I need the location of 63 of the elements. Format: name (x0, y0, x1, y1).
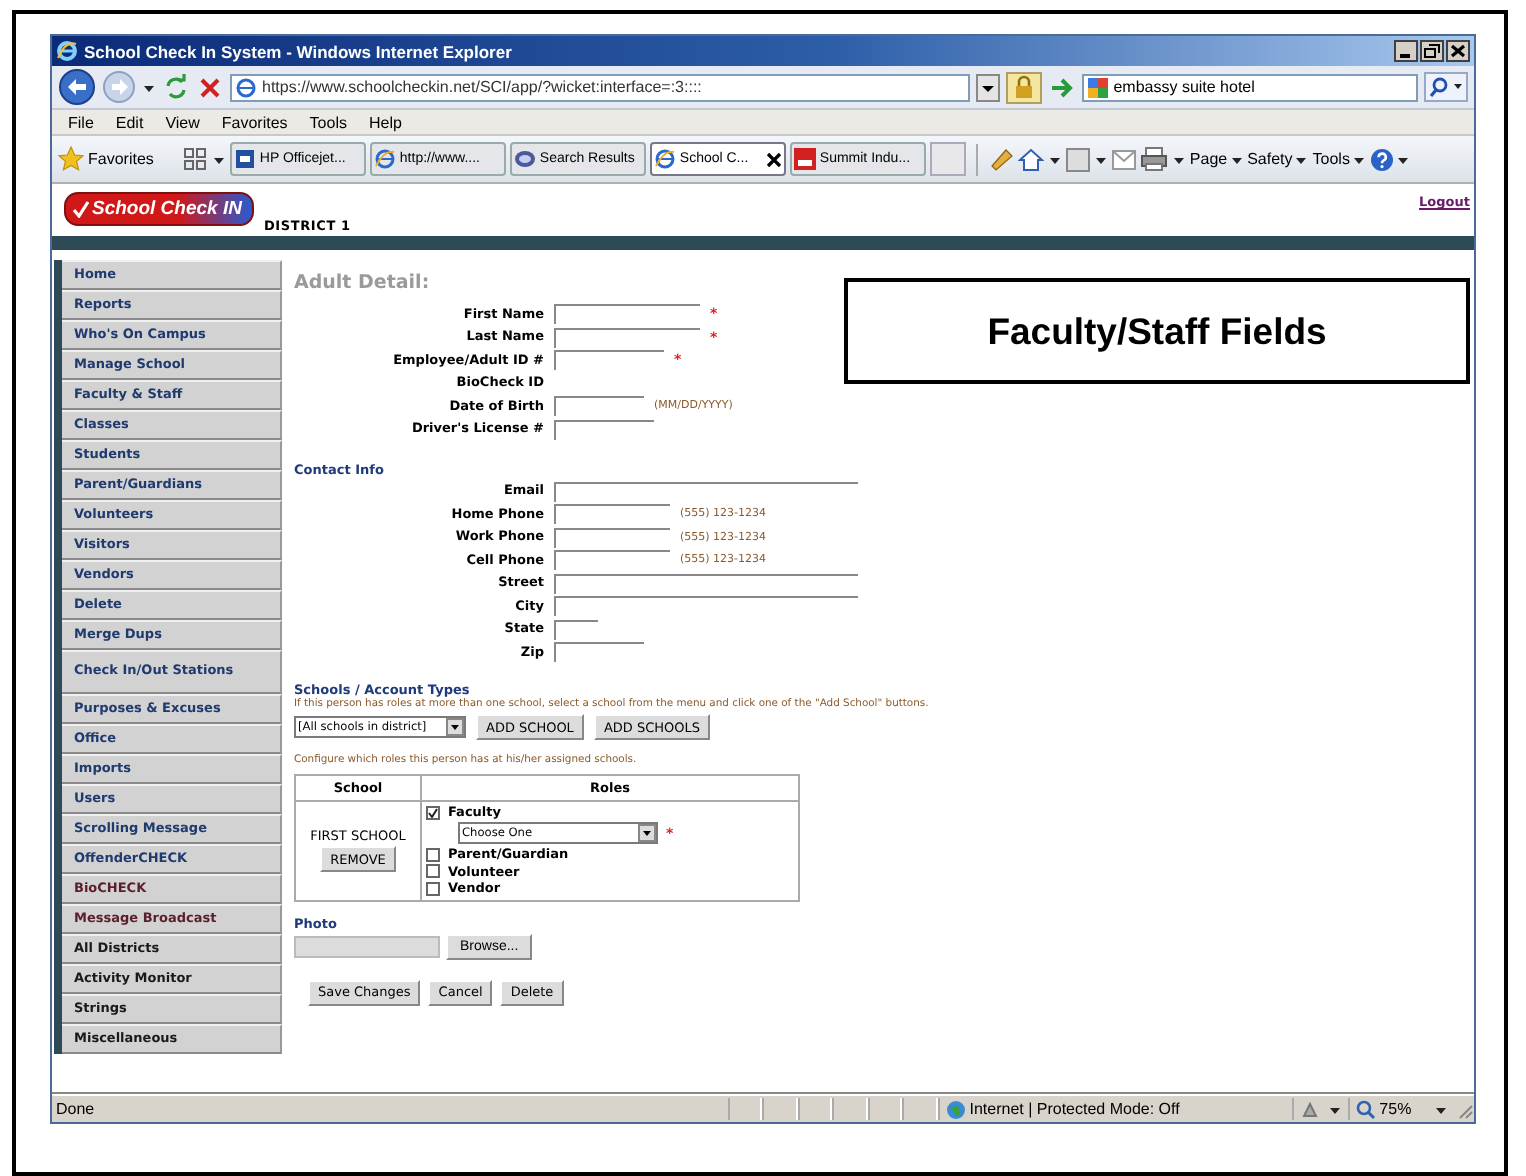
address-field[interactable]: https://www.schoolcheckin.net/SCI/app/?wicket:interface=:3:::: (230, 73, 970, 101)
input-field[interactable] (554, 527, 670, 547)
search-field[interactable]: embassy suite hotel (1081, 73, 1418, 101)
browser-icon (56, 40, 78, 62)
page-icon (373, 148, 396, 170)
status-text: Done (54, 1100, 97, 1118)
zoom-icon (1355, 1099, 1376, 1119)
help-icon (1369, 147, 1394, 171)
resize-grip[interactable] (1454, 1099, 1475, 1119)
lock-icon[interactable] (1005, 71, 1042, 103)
menu-item[interactable]: File (68, 113, 94, 131)
checkbox[interactable] (426, 864, 440, 878)
dropdown-button[interactable] (638, 824, 656, 842)
input-field[interactable] (554, 504, 670, 524)
toolbar-menu[interactable]: Safety (1247, 149, 1309, 169)
zoom-control[interactable]: 75% (1347, 1098, 1455, 1120)
checkmark-icon (72, 200, 90, 218)
favorites-star-icon[interactable] (58, 146, 84, 172)
menu-item[interactable]: Favorites (221, 113, 288, 131)
tab-grid-icon[interactable] (181, 146, 208, 172)
window-title: School Check In System - Windows Internet Explorer (84, 41, 512, 61)
close-button[interactable] (1446, 40, 1470, 62)
menu-item[interactable]: Edit (115, 113, 144, 131)
dropdown-button[interactable] (975, 73, 1000, 101)
input-field[interactable] (554, 573, 858, 593)
search-provider-icon (1087, 77, 1108, 97)
input-field[interactable] (554, 304, 700, 324)
favorites-label[interactable]: Favorites (88, 150, 154, 168)
checkbox[interactable] (426, 881, 440, 895)
input-field[interactable] (554, 327, 700, 347)
checkbox[interactable] (426, 805, 440, 819)
globe-icon (945, 1099, 966, 1119)
toolbar-menu[interactable]: Tools (1312, 149, 1366, 169)
input-field[interactable] (554, 396, 644, 416)
search-button[interactable] (1424, 72, 1468, 102)
printer-icon[interactable] (1139, 146, 1168, 172)
logo[interactable]: School Check IN (64, 192, 254, 226)
page-icon (236, 77, 256, 97)
security-zone: Internet | Protected Mode: Off (969, 1100, 1180, 1118)
dropdown-button[interactable] (446, 718, 464, 736)
home-icon[interactable] (1017, 146, 1044, 172)
input-field[interactable] (554, 619, 598, 639)
help-menu[interactable] (1369, 147, 1410, 171)
menu-item[interactable]: View (165, 113, 200, 131)
checkbox[interactable] (426, 847, 440, 861)
minimize-button[interactable] (1394, 40, 1418, 62)
printer-icon (233, 148, 256, 170)
toolbar-menu[interactable]: Page (1189, 149, 1244, 169)
bookmark-icon[interactable] (987, 146, 1014, 172)
page-icon (653, 148, 676, 170)
stop-icon[interactable] (196, 73, 224, 101)
menu-item[interactable]: Help (368, 113, 402, 131)
news-icon (793, 148, 816, 170)
back-button[interactable] (58, 68, 96, 106)
close-icon[interactable] (765, 151, 782, 167)
form-title: Adult Detail: (294, 272, 432, 294)
file-field[interactable] (294, 935, 440, 957)
menu-item[interactable]: Tools (309, 113, 347, 131)
checkmark-icon (428, 807, 438, 817)
callout: Faculty/Staff Fields (844, 278, 1470, 384)
input-field[interactable] (554, 550, 670, 570)
restore-button[interactable] (1420, 40, 1444, 62)
go-icon[interactable] (1047, 73, 1076, 101)
